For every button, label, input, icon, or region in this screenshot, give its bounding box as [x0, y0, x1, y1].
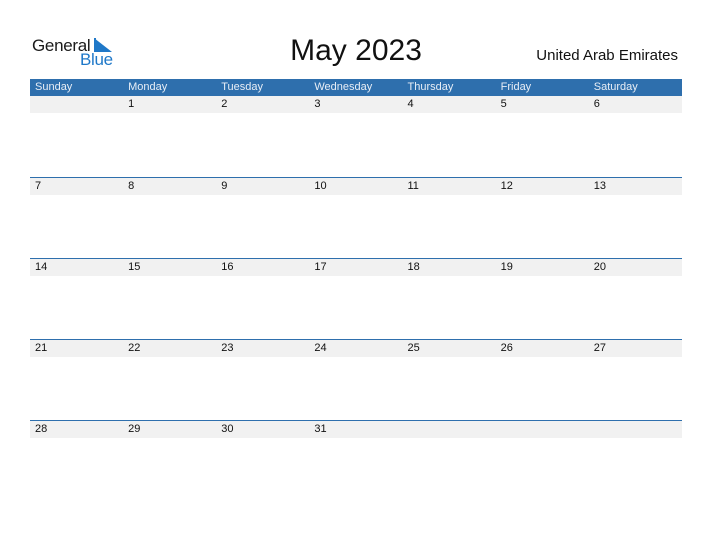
day-cell: 30: [221, 423, 234, 435]
week-row: 28 29 30 31: [30, 420, 682, 501]
day-cell: [30, 96, 123, 113]
day-cell: 9: [221, 180, 228, 192]
weekday-wednesday: Wednesday: [314, 81, 373, 93]
day-cell: [403, 421, 496, 438]
calendar-grid: Sunday Monday Tuesday Wednesday Thursday…: [30, 79, 682, 501]
day-cell: 31: [314, 423, 327, 435]
day-cell: 20: [593, 261, 606, 273]
day-cell: 10: [314, 180, 327, 192]
week-row: 14 15 16 17 18 19 20: [30, 258, 682, 339]
day-cell: 3: [314, 98, 321, 110]
day-cell: 12: [500, 180, 513, 192]
day-cell: 11: [407, 180, 419, 192]
day-cell: 23: [221, 342, 234, 354]
week-row: 21 22 23 24 25 26 27: [30, 339, 682, 420]
weekday-friday: Friday: [500, 81, 532, 93]
day-cell: 8: [128, 180, 135, 192]
day-cell: 22: [128, 342, 141, 354]
day-cell: [589, 421, 682, 438]
weekday-monday: Monday: [128, 81, 168, 93]
day-cell: 28: [35, 423, 48, 435]
week-row: 1 2 3 4 5 6: [30, 96, 682, 177]
day-cell: 15: [128, 261, 141, 273]
country-label: United Arab Emirates: [536, 47, 678, 64]
day-cell: 21: [35, 342, 48, 354]
week-row: 7 8 9 10 11 12 13: [30, 177, 682, 258]
day-cell: 19: [500, 261, 513, 273]
day-cell: 16: [221, 261, 234, 273]
weekday-thursday: Thursday: [407, 81, 454, 93]
day-cell: 26: [500, 342, 513, 354]
day-cell: 18: [407, 261, 420, 273]
weekday-tuesday: Tuesday: [221, 81, 264, 93]
day-cell: 4: [407, 98, 414, 110]
week-date-band: 1 2 3 4 5 6: [30, 96, 682, 113]
day-cell: 5: [500, 98, 507, 110]
weekday-saturday: Saturday: [593, 81, 638, 93]
day-cell: 6: [593, 98, 600, 110]
week-date-band: 7 8 9 10 11 12 13: [30, 178, 682, 195]
weekday-header: Sunday Monday Tuesday Wednesday Thursday…: [30, 79, 682, 96]
day-cell: 25: [407, 342, 420, 354]
day-cell: [496, 421, 589, 438]
weekday-sunday: Sunday: [35, 81, 73, 93]
day-cell: 7: [35, 180, 42, 192]
day-cell: 2: [221, 98, 228, 110]
day-cell: 13: [593, 180, 606, 192]
day-cell: 24: [314, 342, 327, 354]
day-cell: 14: [35, 261, 48, 273]
day-cell: 27: [593, 342, 606, 354]
week-date-band: 21 22 23 24 25 26 27: [30, 340, 682, 357]
day-cell: 1: [128, 98, 135, 110]
day-cell: 17: [314, 261, 327, 273]
week-date-band: 28 29 30 31: [30, 421, 682, 438]
week-date-band: 14 15 16 17 18 19 20: [30, 259, 682, 276]
day-cell: 29: [128, 423, 141, 435]
